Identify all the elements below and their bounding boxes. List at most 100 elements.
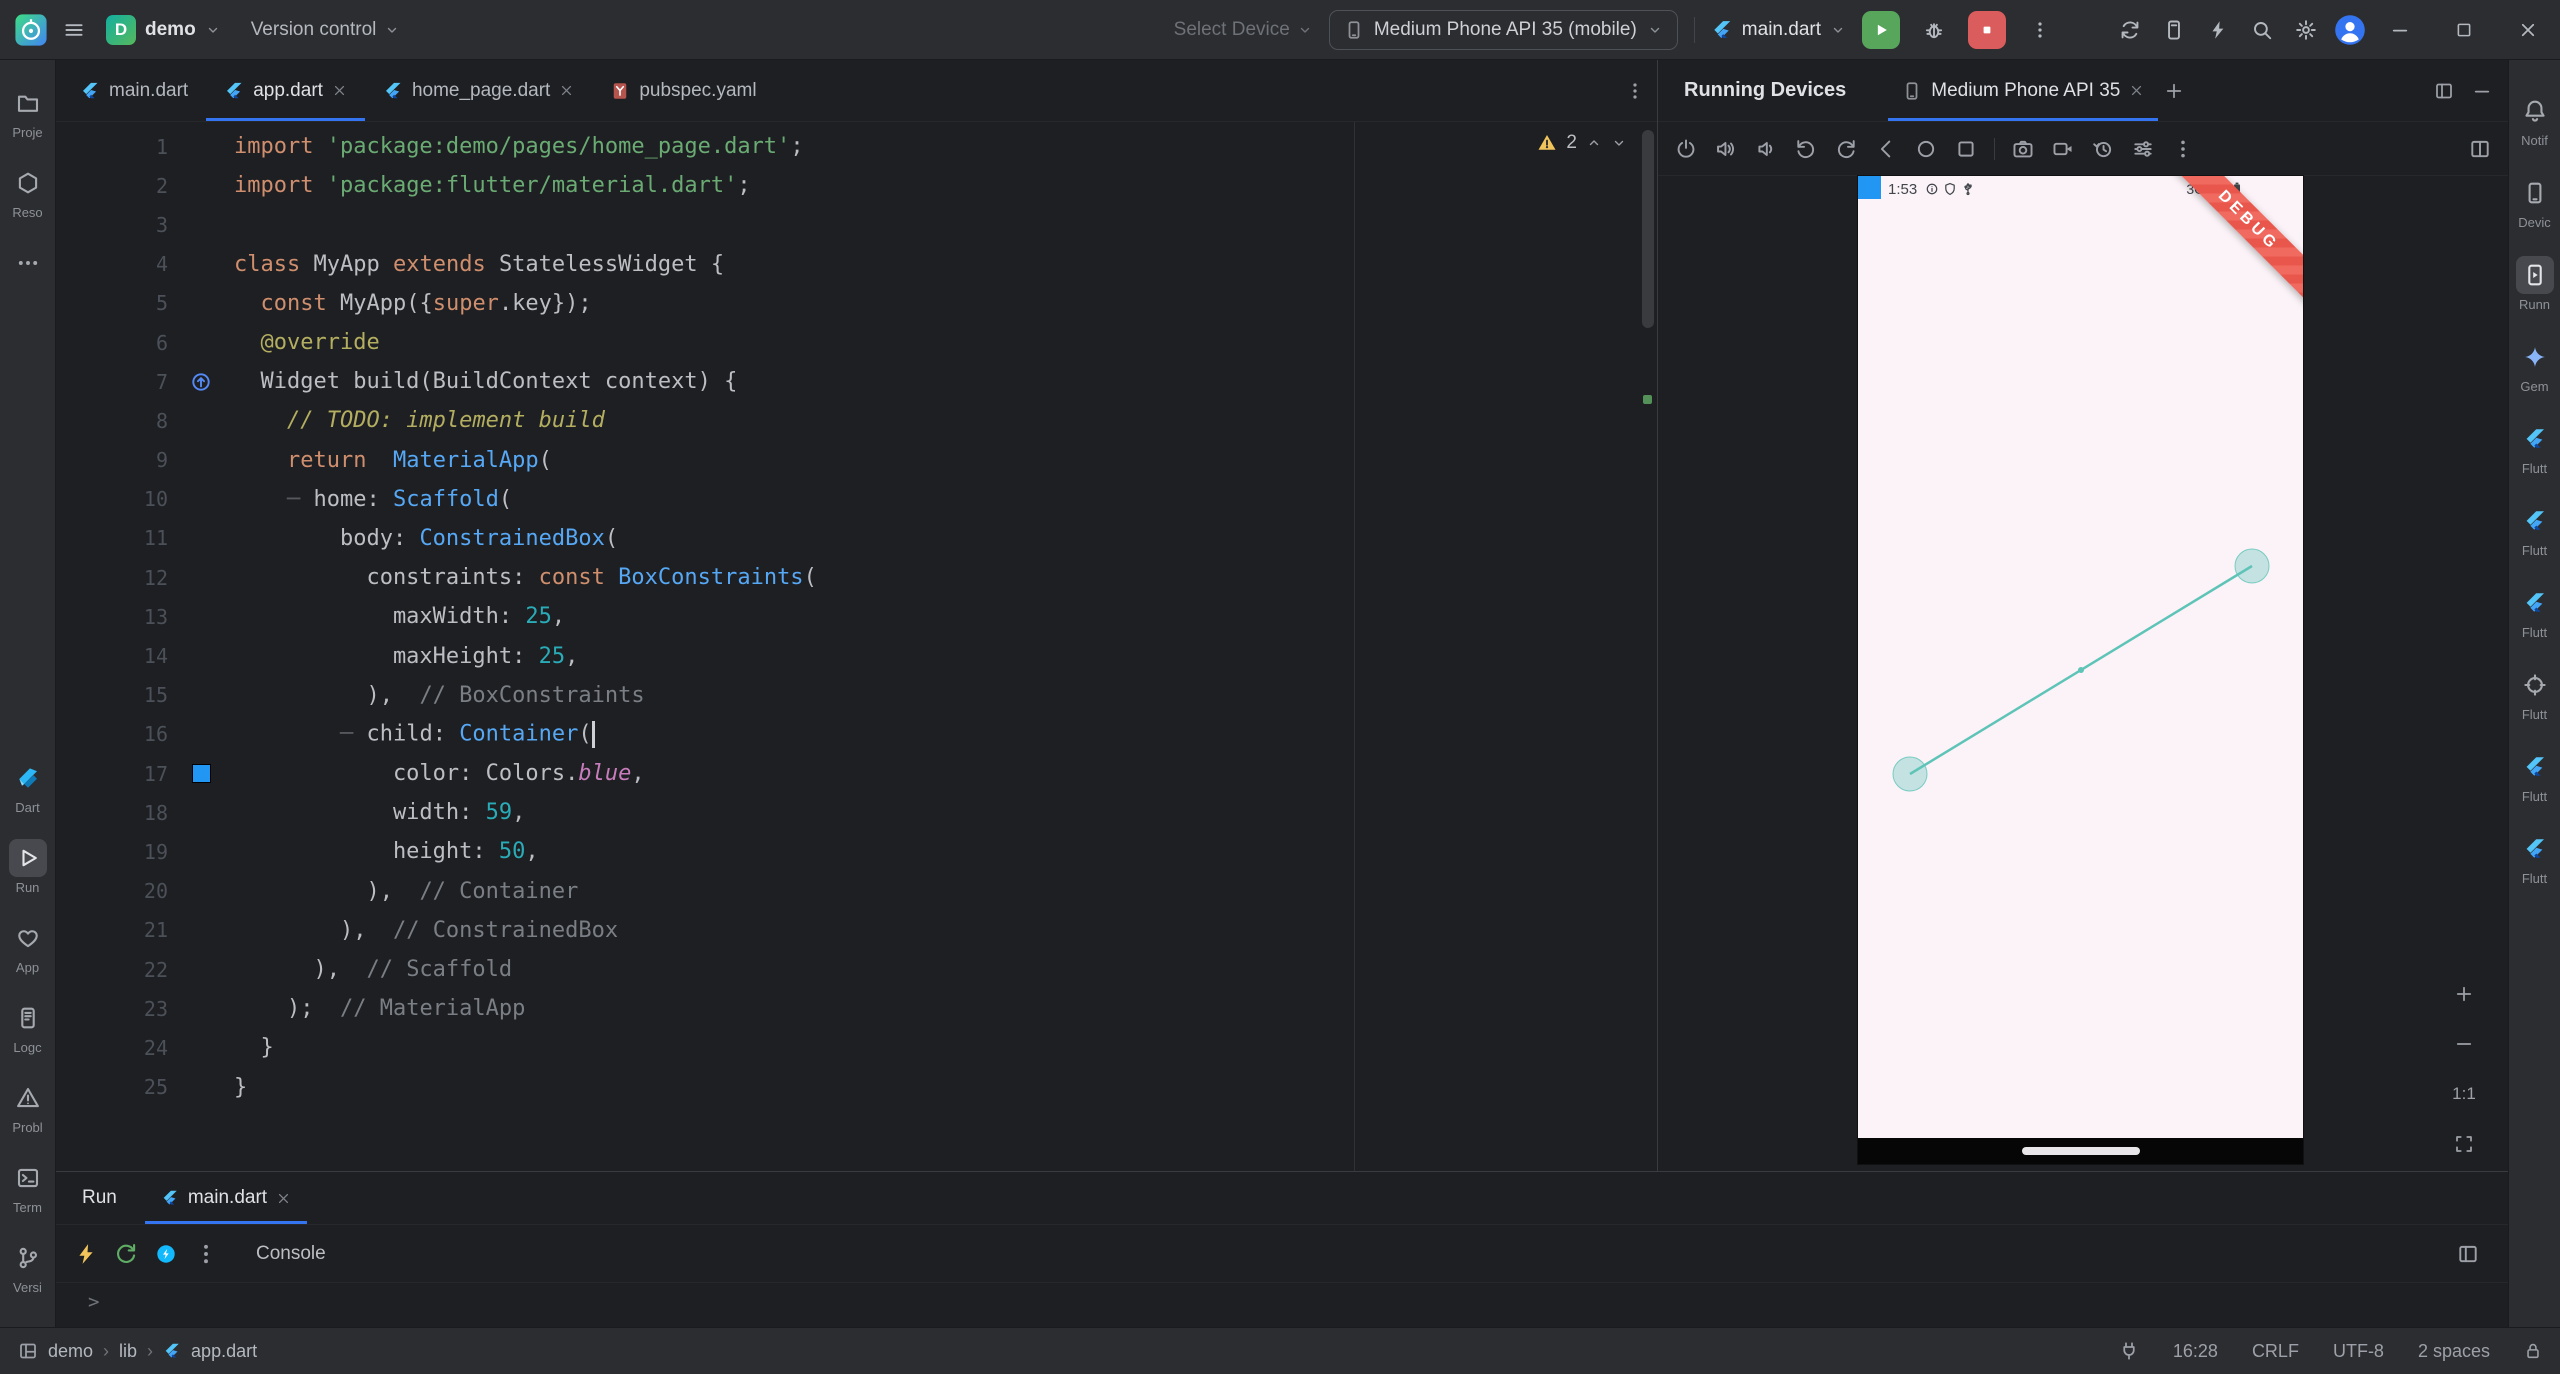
tool-stripe-terminal[interactable]: Term	[9, 1159, 47, 1215]
rotate-left-button[interactable]	[1788, 131, 1824, 167]
code-text[interactable]: @override	[234, 330, 380, 355]
tool-stripe-run[interactable]: Run	[8, 839, 47, 895]
editor-tab-home_page.dart[interactable]: home_page.dart	[365, 60, 592, 121]
stop-button[interactable]	[1968, 10, 2006, 49]
console-label[interactable]: Console	[256, 1243, 326, 1265]
line-separator[interactable]: CRLF	[2252, 1341, 2299, 1362]
tool-stripe-logcat[interactable]: Logc	[9, 999, 47, 1055]
tool-stripe-flutter-deep-links[interactable]: Flutt	[2516, 666, 2554, 722]
code-text[interactable]: class MyApp extends StatelessWidget {	[234, 252, 724, 277]
profiler-button[interactable]	[2200, 12, 2236, 48]
tool-stripe-flutter-logs[interactable]: Flutt	[2516, 830, 2554, 886]
add-device-icon[interactable]	[2164, 81, 2184, 101]
main-menu-button[interactable]	[56, 12, 92, 48]
tool-stripe-running-devices[interactable]: Runn	[2515, 256, 2554, 312]
sync-button[interactable]	[2112, 12, 2148, 48]
code-text[interactable]: // TODO: implement build	[234, 408, 605, 433]
code-editor[interactable]: 1 import 'package:demo/pages/home_page.da…	[56, 122, 1657, 1171]
breadcrumb-project[interactable]: demo	[48, 1341, 93, 1362]
file-encoding[interactable]: UTF-8	[2333, 1341, 2384, 1362]
tool-stripe-notifications[interactable]: Notif	[2516, 92, 2554, 148]
home-button[interactable]	[1908, 131, 1944, 167]
more-actions-button[interactable]	[2022, 12, 2058, 48]
device-selector-dropdown[interactable]: Medium Phone API 35 (mobile)	[1328, 9, 1678, 50]
tool-stripe-flutter-coverage[interactable]: Flutt	[2516, 748, 2554, 804]
code-text[interactable]: constraints: const BoxConstraints(	[234, 565, 816, 590]
close-tab-icon[interactable]	[332, 83, 347, 98]
screenshot-button[interactable]	[2005, 131, 2041, 167]
tool-stripe-flutter-performance[interactable]: Flutt	[2516, 584, 2554, 640]
vcs-widget[interactable]: Version control	[243, 15, 409, 45]
more-vertical-button[interactable]	[188, 1236, 224, 1272]
volume-down-button[interactable]	[1748, 131, 1784, 167]
code-text[interactable]: ), // ConstrainedBox	[234, 918, 618, 943]
color-preview-swatch[interactable]	[192, 765, 210, 783]
code-text[interactable]: import 'package:flutter/material.dart';	[234, 173, 751, 198]
code-text[interactable]: Widget build(BuildContext context) {	[234, 369, 737, 394]
code-text[interactable]: color: Colors.blue,	[234, 761, 645, 786]
code-text[interactable]: return MaterialApp(	[234, 448, 552, 473]
more-vertical-button[interactable]	[2165, 131, 2201, 167]
cursor-position[interactable]: 16:28	[2173, 1341, 2218, 1362]
tool-stripe-flutter-outline[interactable]: Flutt	[2516, 420, 2554, 476]
tool-stripe-more-tool-windows[interactable]	[9, 244, 47, 282]
power-button[interactable]	[1668, 131, 1704, 167]
panel-layout-icon[interactable]	[2434, 81, 2454, 101]
tool-stripe-resource-manager[interactable]: Reso	[9, 164, 47, 220]
zoom-reset-button[interactable]: 1:1	[2446, 1076, 2482, 1112]
code-text[interactable]: ); // MaterialApp	[234, 996, 525, 1021]
device-frame-button[interactable]	[2462, 131, 2498, 167]
override-gutter-icon[interactable]	[190, 371, 212, 393]
tool-stripe-project[interactable]: Proje	[9, 84, 47, 140]
code-text[interactable]: ), // Scaffold	[234, 957, 512, 982]
tool-stripe-problems[interactable]: Probl	[9, 1079, 47, 1135]
run-tab[interactable]: main.dart	[145, 1172, 307, 1224]
search-button[interactable]	[2244, 12, 2280, 48]
previous-problem-icon[interactable]	[1586, 135, 1602, 151]
back-button[interactable]	[1868, 131, 1904, 167]
zoom-out-button[interactable]	[2446, 1026, 2482, 1062]
code-text[interactable]: maxWidth: 25,	[234, 604, 565, 629]
settings-button[interactable]	[2288, 12, 2324, 48]
gutter[interactable]	[168, 765, 234, 783]
code-text[interactable]: import 'package:demo/pages/home_page.dar…	[234, 134, 804, 159]
emulator-screen[interactable]: 1:53 3G DEBUG	[1858, 176, 2303, 1138]
next-problem-icon[interactable]	[1611, 135, 1627, 151]
code-text[interactable]: }	[234, 1035, 273, 1060]
window-minimize-button[interactable]	[2368, 0, 2432, 59]
breadcrumb-folder[interactable]: lib	[119, 1341, 137, 1362]
snapshot-button[interactable]	[2085, 131, 2121, 167]
layout-settings-button[interactable]	[2450, 1236, 2486, 1272]
run-configuration-dropdown[interactable]: main.dart	[1711, 19, 1846, 41]
breadcrumb-file[interactable]: app.dart	[191, 1341, 257, 1362]
close-tab-icon[interactable]	[2129, 83, 2144, 98]
inspections-widget[interactable]: 2	[1537, 132, 1627, 154]
select-device-dropdown[interactable]: Select Device	[1174, 19, 1313, 41]
window-close-button[interactable]	[2496, 0, 2560, 59]
code-text[interactable]: maxHeight: 25,	[234, 644, 578, 669]
code-text[interactable]: }	[234, 1075, 247, 1100]
zoom-fit-button[interactable]	[2446, 1126, 2482, 1162]
hot-restart-button[interactable]	[108, 1236, 144, 1272]
editor-tab-app.dart[interactable]: app.dart	[206, 60, 365, 121]
code-text[interactable]: body: ConstrainedBox(	[234, 526, 618, 551]
rotate-right-button[interactable]	[1828, 131, 1864, 167]
gutter[interactable]	[168, 371, 234, 393]
project-selector[interactable]: D demo	[98, 12, 229, 48]
tool-stripe-device-manager[interactable]: Devic	[2516, 174, 2554, 230]
editor-tab-main.dart[interactable]: main.dart	[62, 60, 206, 121]
overview-button[interactable]	[1948, 131, 1984, 167]
hot-reload-button[interactable]	[68, 1236, 104, 1272]
gesture-navigation-pill[interactable]	[2021, 1147, 2140, 1155]
user-account-button[interactable]	[2332, 12, 2368, 48]
close-tab-icon[interactable]	[559, 83, 574, 98]
code-text[interactable]: const MyApp({super.key});	[234, 291, 592, 316]
code-text[interactable]: ─ child: Container(	[234, 720, 595, 748]
console-output[interactable]: >	[56, 1282, 2508, 1327]
tool-stripe-dart-analysis[interactable]: Dart	[9, 759, 47, 815]
code-text[interactable]: width: 59,	[234, 800, 525, 825]
device-tab[interactable]: Medium Phone API 35	[1888, 60, 2158, 121]
lock-icon[interactable]	[2524, 1342, 2542, 1360]
editor-scrollbar[interactable]	[1642, 130, 1654, 328]
tool-stripe-version-control[interactable]: Versi	[9, 1239, 47, 1295]
